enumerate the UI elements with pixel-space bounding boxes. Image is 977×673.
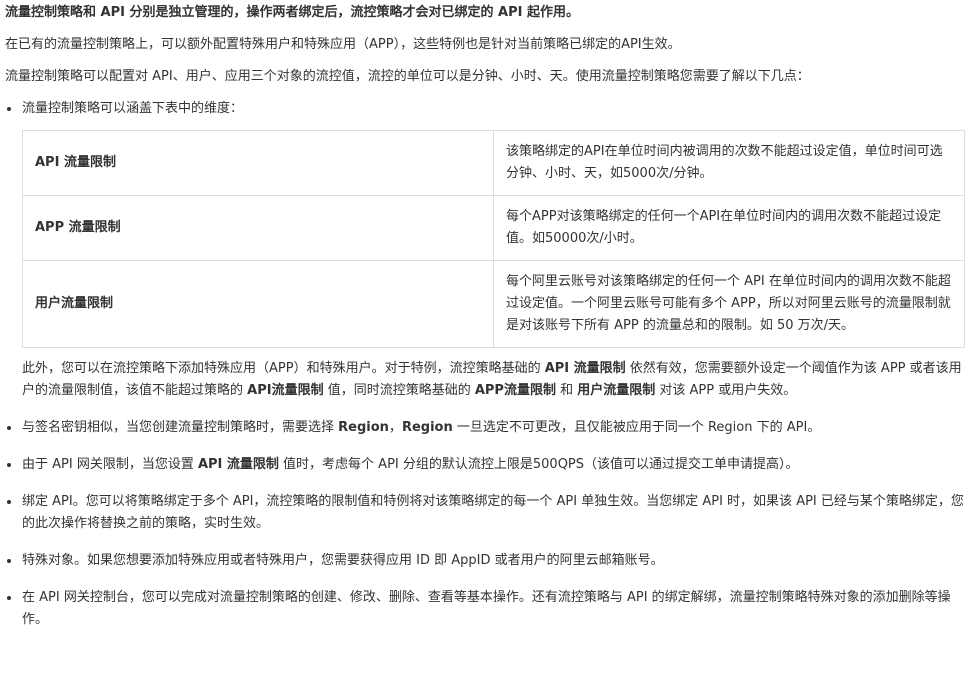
- note-text: 和: [555, 383, 578, 398]
- intro-special-objects: 在已有的流量控制策略上，可以额外配置特殊用户和特殊应用（APP），这些特例也是针…: [5, 37, 681, 52]
- list-item-special-objects: 特殊对象。如果您想要添加特殊应用或者特殊用户，您需要获得应用 ID 即 AppI…: [5, 550, 971, 572]
- item-bold: Region: [401, 420, 453, 435]
- row-key-user-limit: 用户流量限制: [22, 260, 494, 348]
- list-item-region: 与签名密钥相似，当您创建流量控制策略时，需要选择 Region，Region 一…: [5, 417, 971, 439]
- special-objects-note: 此外，您可以在流控策略下添加特殊应用（APP）和特殊用户。对于特例，流控策略基础…: [22, 358, 971, 402]
- row-desc-app-limit: 每个APP对该策略绑定的任何一个API在单位时间内的调用次数不能超过设定值。如5…: [493, 195, 965, 261]
- table-row: API 流量限制 该策略绑定的API在单位时间内被调用的次数不能超过设定值，单位…: [22, 130, 965, 196]
- note-text: 对该 APP 或用户失效。: [655, 383, 797, 398]
- item-bold: API 流量限制: [197, 457, 279, 472]
- item-text: 一旦选定不可更改，且仅能被应用于同一个 Region 下的 API。: [452, 420, 821, 435]
- item-text: 由于 API 网关限制，当您设置: [22, 457, 198, 472]
- note-bold: API 流量限制: [544, 361, 626, 376]
- dimensions-lead: 流量控制策略可以涵盖下表中的维度：: [22, 101, 244, 116]
- list-item-console-ops: 在 API 网关控制台，您可以完成对流量控制策略的创建、修改、删除、查看等基本操…: [5, 587, 971, 631]
- table-row: 用户流量限制 每个阿里云账号对该策略绑定的任何一个 API 在单位时间内的调用次…: [22, 260, 965, 348]
- list-item-qps-limit: 由于 API 网关限制，当您设置 API 流量限制 值时，考虑每个 API 分组…: [5, 454, 971, 476]
- dimensions-table: API 流量限制 该策略绑定的API在单位时间内被调用的次数不能超过设定值，单位…: [22, 130, 965, 348]
- table-row: APP 流量限制 每个APP对该策略绑定的任何一个API在单位时间内的调用次数不…: [22, 195, 965, 261]
- item-text: ，: [388, 420, 402, 435]
- note-bold: API流量限制: [247, 383, 324, 398]
- row-desc-user-limit: 每个阿里云账号对该策略绑定的任何一个 API 在单位时间内的调用次数不能超过设定…: [493, 260, 965, 348]
- list-item-dimensions: 流量控制策略可以涵盖下表中的维度： API 流量限制 该策略绑定的API在单位时…: [5, 98, 971, 402]
- item-text: 值时，考虑每个 API 分组的默认流控上限是500QPS（该值可以通过提交工单申…: [278, 457, 799, 472]
- row-key-app-limit: APP 流量限制: [22, 195, 494, 261]
- intro-flow-units: 流量控制策略可以配置对 API、用户、应用三个对象的流控值，流控的单位可以是分钟…: [5, 69, 810, 84]
- document: 流量控制策略和 API 分别是独立管理的，操作两者绑定后，流控策略才会对已绑定的…: [0, 0, 977, 631]
- note-bold: 用户流量限制: [577, 383, 656, 398]
- note-text: 此外，您可以在流控策略下添加特殊应用（APP）和特殊用户。对于特例，流控策略基础…: [22, 361, 545, 376]
- row-desc-api-limit: 该策略绑定的API在单位时间内被调用的次数不能超过设定值，单位时间可选分钟、小时…: [493, 130, 965, 196]
- note-text: 值，同时流控策略基础的: [323, 383, 475, 398]
- item-text: 与签名密钥相似，当您创建流量控制策略时，需要选择: [22, 420, 339, 435]
- key-points-list: 流量控制策略可以涵盖下表中的维度： API 流量限制 该策略绑定的API在单位时…: [5, 98, 971, 631]
- doc-title: 流量控制策略和 API 分别是独立管理的，操作两者绑定后，流控策略才会对已绑定的…: [5, 5, 579, 20]
- list-item-bind-api: 绑定 API。您可以将策略绑定于多个 API，流控策略的限制值和特例将对该策略绑…: [5, 491, 971, 535]
- item-bold: Region: [338, 420, 389, 435]
- note-bold: APP流量限制: [474, 383, 556, 398]
- row-key-api-limit: API 流量限制: [22, 130, 494, 196]
